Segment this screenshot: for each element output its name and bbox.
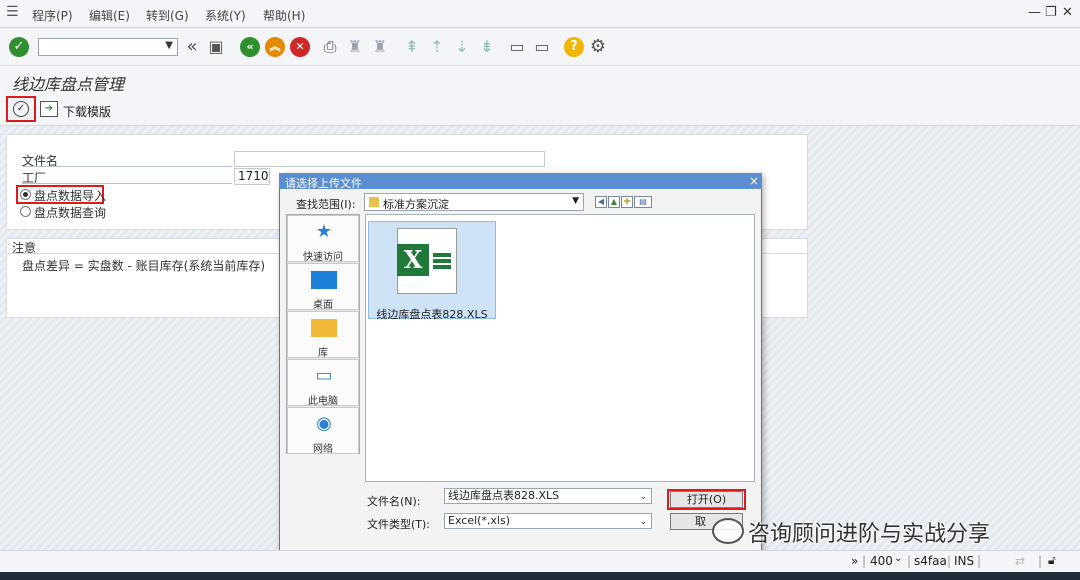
title-bar	[0, 66, 1080, 94]
previous-page-icon[interactable]: ⇡	[427, 37, 447, 57]
excel-x-icon: X	[397, 244, 429, 276]
library-icon	[311, 319, 337, 337]
standard-toolbar: ✓ ▼ « ▣ « ︽ ✕ ⎙ ♜ ♜ ⇞ ⇡ ⇣ ⇟ ▭ ▭ ? ⚙	[0, 28, 1080, 66]
computer-icon: ▭	[315, 365, 333, 386]
restore-icon[interactable]: ❐	[1045, 5, 1057, 20]
folder-icon	[369, 197, 379, 207]
plant-field[interactable]: 1710	[234, 168, 270, 185]
status-client: 400	[870, 554, 893, 568]
last-page-icon[interactable]: ⇟	[477, 37, 497, 57]
chevron-down-icon[interactable]: ⌄	[894, 553, 902, 564]
page-title: 线边库盘点管理	[12, 75, 125, 94]
cancel-icon[interactable]: ✕	[290, 37, 310, 57]
network-icon: ◉	[316, 413, 332, 434]
back-icon[interactable]: «	[240, 37, 260, 57]
dialog-filename-input[interactable]: 线边库盘点表828.XLS ⌄	[444, 488, 652, 504]
execute-button[interactable]: ✓	[6, 96, 36, 122]
enter-check-icon[interactable]: ✓	[9, 37, 29, 57]
new-folder-icon[interactable]: ✚	[621, 196, 633, 208]
star-icon: ★	[315, 221, 333, 242]
status-separator: |	[907, 554, 912, 568]
excel-grid-icon	[433, 253, 451, 257]
execute-clock-icon: ✓	[13, 101, 29, 117]
file-item-label: 线边库盘点表828.XLS	[376, 308, 488, 321]
watermark-text: 咨询顾问进阶与实战分享	[748, 522, 991, 547]
status-separator: |	[862, 554, 867, 568]
filename-label-underline	[22, 166, 232, 167]
back-nav-icon[interactable]: ◀	[595, 196, 607, 208]
status-expand-icon[interactable]: »	[851, 554, 858, 568]
dialog-filename-label: 文件名(N):	[367, 495, 421, 508]
download-template-icon[interactable]: ➔	[40, 101, 58, 117]
place-quick-access[interactable]: ★ 快速访问	[287, 215, 359, 263]
radio-import-label[interactable]: 盘点数据导入	[34, 187, 106, 204]
filename-field[interactable]	[234, 151, 545, 167]
note-text: 盘点差异 = 实盘数 - 账目库存(系统当前库存)	[22, 259, 266, 273]
dialog-filetype-select[interactable]: Excel(*.xls) ⌄	[444, 513, 652, 529]
help-icon[interactable]: ?	[564, 37, 584, 57]
next-page-icon[interactable]: ⇣	[452, 37, 472, 57]
radio-query[interactable]	[20, 206, 31, 217]
menu-item-program[interactable]: 程序(P)	[32, 7, 73, 24]
status-separator: |	[1038, 554, 1043, 568]
chevron-down-icon: ▼	[572, 196, 579, 206]
status-separator: |	[947, 554, 952, 568]
excel-grid-icon	[433, 259, 451, 263]
status-bar: » | 400 ⌄ | s4faa | INS | ⇄ | 🔓︎	[0, 550, 1080, 572]
chevron-down-icon: ⌄	[639, 492, 647, 502]
first-page-icon[interactable]: ⇞	[402, 37, 422, 57]
place-desktop[interactable]: 桌面	[287, 263, 359, 311]
settings-gear-icon[interactable]: ⚙	[588, 37, 608, 57]
menu-item-system[interactable]: 系统(Y)	[205, 7, 246, 24]
excel-grid-icon	[433, 265, 451, 269]
note-header: 注意	[12, 241, 37, 255]
menu-bar: ☰ 程序(P) 编辑(E) 转到(G) 系统(Y) 帮助(H) — ❐ ✕	[0, 0, 1080, 28]
menu-item-goto[interactable]: 转到(G)	[146, 7, 189, 24]
download-template-button[interactable]: 下载模版	[63, 103, 111, 120]
find-next-icon[interactable]: ♜	[370, 37, 390, 57]
new-session-icon[interactable]: ▭	[507, 37, 527, 57]
dialog-filetype-value: Excel(*.xls)	[448, 514, 511, 527]
collapse-icon[interactable]: «	[182, 37, 202, 57]
command-field[interactable]: ▼	[38, 38, 178, 56]
up-folder-icon[interactable]: ▲	[608, 196, 620, 208]
radio-query-label[interactable]: 盘点数据查询	[34, 204, 106, 221]
shortcut-icon[interactable]: ▭	[532, 37, 552, 57]
status-mode[interactable]: INS	[954, 554, 974, 568]
radio-import[interactable]	[20, 189, 31, 200]
chevron-down-icon: ⌄	[639, 517, 647, 527]
place-library[interactable]: 库	[287, 311, 359, 359]
lookin-value: 标准方案沉淀	[383, 198, 449, 211]
minimize-icon[interactable]: —	[1028, 5, 1041, 20]
taskbar	[0, 572, 1080, 580]
dialog-filetype-label: 文件类型(T):	[367, 518, 431, 531]
menu-item-edit[interactable]: 编辑(E)	[89, 7, 130, 24]
close-window-icon[interactable]: ✕	[1062, 5, 1073, 20]
status-system: s4faa	[914, 554, 947, 568]
plant-label-underline	[22, 183, 232, 184]
dialog-close-icon[interactable]: ×	[748, 173, 760, 189]
lookin-label: 查找范围(I):	[296, 198, 356, 211]
place-this-pc[interactable]: ▭ 此电脑	[287, 359, 359, 407]
desktop-icon	[311, 271, 337, 289]
menu-item-help[interactable]: 帮助(H)	[263, 7, 305, 24]
exit-icon[interactable]: ︽	[265, 37, 285, 57]
wechat-logo-icon	[712, 518, 744, 544]
lock-icon[interactable]: 🔓︎	[1048, 553, 1056, 568]
lookin-select[interactable]: 标准方案沉淀 ▼	[364, 193, 584, 211]
find-icon[interactable]: ♜	[345, 37, 365, 57]
chevron-down-icon: ▼	[165, 40, 173, 51]
print-icon[interactable]: ⎙	[320, 37, 340, 57]
view-menu-icon[interactable]: ▤	[634, 196, 652, 208]
menu-logo-icon[interactable]: ☰	[6, 5, 20, 19]
dialog-filename-value: 线边库盘点表828.XLS	[448, 489, 560, 502]
transfer-icon[interactable]: ⇄	[1015, 554, 1025, 568]
dialog-title: 请选择上传文件	[285, 177, 362, 190]
application-toolbar	[0, 94, 1080, 126]
save-icon[interactable]: ▣	[206, 37, 226, 57]
place-network[interactable]: ◉ 网络	[287, 407, 359, 455]
open-button[interactable]: 打开(O)	[670, 491, 743, 508]
status-separator: |	[977, 554, 982, 568]
